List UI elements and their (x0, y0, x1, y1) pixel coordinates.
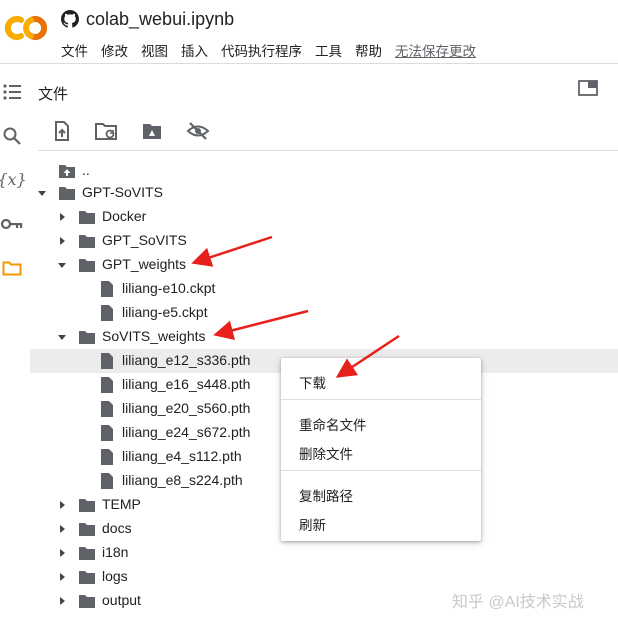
folder-icon (79, 547, 95, 560)
tree-label: GPT_weights (102, 256, 187, 272)
tree-row-file[interactable]: liliang-e5.ckpt (0, 301, 618, 325)
github-icon[interactable] (61, 10, 79, 28)
menubar: 文件 修改 视图 插入 代码执行程序 工具 帮助 无法保存更改 (61, 40, 476, 60)
menu-item-rename[interactable]: 重命名文件 (299, 414, 367, 434)
expand-arrow-icon[interactable] (60, 573, 65, 581)
menu-file[interactable]: 文件 (61, 40, 88, 60)
file-icon (101, 425, 113, 441)
refresh-folder-icon[interactable] (94, 120, 120, 142)
expand-arrow-icon[interactable] (60, 213, 65, 221)
tree-label: liliang_e20_s560.pth (122, 400, 251, 416)
mount-drive-icon[interactable] (141, 120, 163, 142)
folder-icon (79, 331, 95, 344)
tree-label: liliang-e5.ckpt (122, 304, 208, 320)
tree-row-folder[interactable]: GPT_SoVITS (0, 229, 618, 253)
tree-label: liliang-e10.ckpt (122, 280, 216, 296)
tree-row-file[interactable]: liliang-e10.ckpt (0, 277, 618, 301)
collapse-arrow-icon[interactable] (38, 191, 46, 196)
tree-label: Docker (102, 208, 147, 224)
collapse-arrow-icon[interactable] (58, 263, 66, 268)
tree-label: liliang_e16_s448.pth (122, 376, 251, 392)
tree-row-folder[interactable]: GPT-SoVITS (0, 181, 618, 205)
notebook-title[interactable]: colab_webui.ipynb (86, 9, 234, 30)
watermark: 知乎 @AI技术实战 (452, 594, 584, 611)
tree-label: output (102, 592, 141, 608)
tree-row-folder[interactable]: logs (0, 565, 618, 589)
tree-row-folder[interactable]: GPT_weights (0, 253, 618, 277)
expand-arrow-icon[interactable] (60, 549, 65, 557)
menu-edit[interactable]: 修改 (101, 40, 128, 60)
upload-file-icon[interactable] (51, 120, 73, 142)
menu-tools[interactable]: 工具 (315, 40, 342, 60)
folder-icon (79, 259, 95, 272)
tree-label: liliang_e12_s336.pth (122, 352, 251, 368)
tree-row-parent[interactable]: .. (0, 159, 618, 183)
folder-icon (79, 499, 95, 512)
tree-label: liliang_e24_s672.pth (122, 424, 251, 440)
panel-toggle-icon[interactable] (578, 80, 598, 96)
tree-label: TEMP (102, 496, 141, 512)
menu-view[interactable]: 视图 (141, 40, 168, 60)
menu-item-delete[interactable]: 删除文件 (299, 443, 353, 463)
search-icon[interactable] (0, 124, 24, 148)
file-icon (101, 473, 113, 489)
expand-arrow-icon[interactable] (60, 237, 65, 245)
context-menu: 下载 重命名文件 删除文件 复制路径 刷新 (281, 358, 481, 541)
menu-insert[interactable]: 插入 (181, 40, 208, 60)
file-icon (101, 281, 113, 297)
tree-label: GPT_SoVITS (102, 232, 187, 248)
file-icon (101, 449, 113, 465)
folder-up-icon (59, 165, 75, 178)
folder-icon (79, 571, 95, 584)
folder-icon (79, 595, 95, 608)
toolbar-divider (38, 150, 618, 151)
file-icon (101, 353, 113, 369)
unsaved-changes-link[interactable]: 无法保存更改 (395, 40, 476, 60)
file-icon (101, 377, 113, 393)
menu-help[interactable]: 帮助 (355, 40, 382, 60)
file-icon (101, 305, 113, 321)
tree-row-folder[interactable]: SoVITS_weights (0, 325, 618, 349)
folder-icon (79, 211, 95, 224)
colab-logo[interactable] (4, 12, 48, 44)
tree-label: liliang_e4_s112.pth (122, 448, 242, 464)
folder-icon (79, 235, 95, 248)
expand-arrow-icon[interactable] (60, 501, 65, 509)
tree-label: GPT-SoVITS (82, 184, 163, 200)
file-icon (101, 401, 113, 417)
expand-arrow-icon[interactable] (60, 597, 65, 605)
menu-item-download[interactable]: 下载 (299, 372, 326, 392)
folder-icon (79, 523, 95, 536)
table-of-contents-icon[interactable] (0, 80, 24, 104)
menu-item-refresh[interactable]: 刷新 (299, 514, 326, 534)
menu-separator (281, 470, 481, 471)
tree-label: i18n (102, 544, 129, 560)
expand-arrow-icon[interactable] (60, 525, 65, 533)
tree-row-folder[interactable]: i18n (0, 541, 618, 565)
folder-icon (59, 187, 75, 200)
collapse-arrow-icon[interactable] (58, 335, 66, 340)
tree-label: .. (82, 162, 90, 178)
menu-separator (281, 399, 481, 400)
tree-label: liliang_e8_s224.pth (122, 472, 243, 488)
tree-label: docs (102, 520, 132, 536)
tree-row-folder[interactable]: Docker (0, 205, 618, 229)
files-panel-title: 文件 (38, 86, 69, 103)
tree-label: logs (102, 568, 128, 584)
tree-label: SoVITS_weights (102, 328, 206, 344)
menu-runtime[interactable]: 代码执行程序 (221, 40, 302, 60)
menu-item-copy-path[interactable]: 复制路径 (299, 485, 353, 505)
header: colab_webui.ipynb 文件 修改 视图 插入 代码执行程序 工具 … (0, 0, 618, 64)
hide-files-icon[interactable] (186, 120, 210, 142)
